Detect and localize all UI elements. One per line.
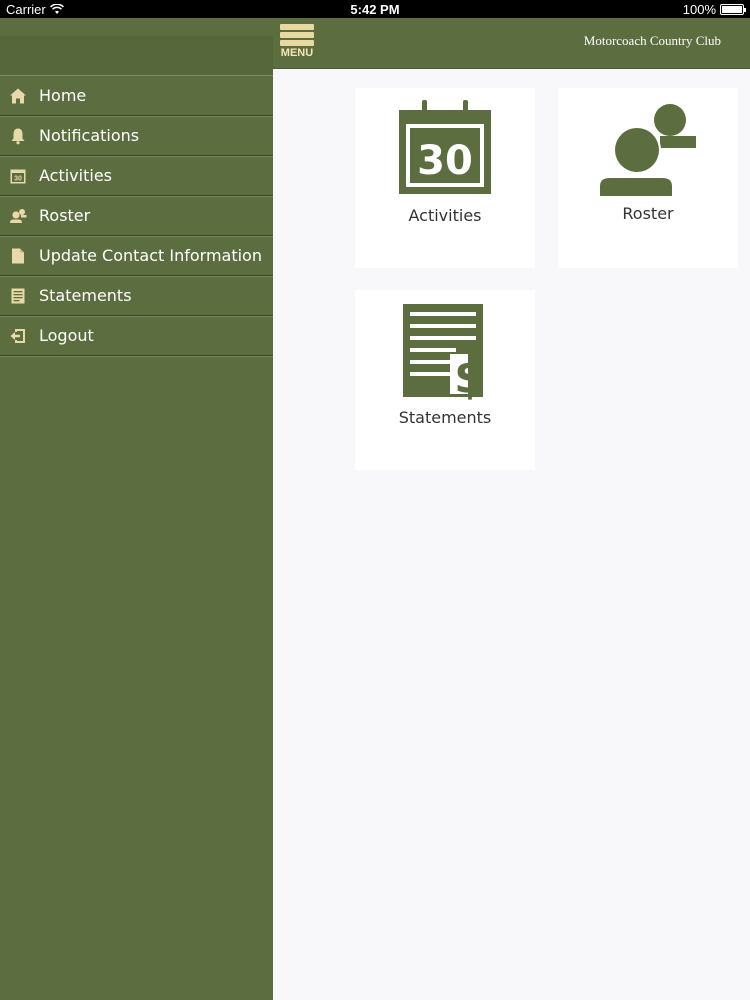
- sidebar-item-label: Notifications: [39, 126, 140, 145]
- svg-text:30: 30: [417, 138, 473, 184]
- sidebar-item-label: Update Contact Information: [39, 246, 262, 265]
- battery-indicator: 100%: [682, 2, 746, 17]
- top-bar: MENU Motorcoach Country Club: [273, 18, 750, 69]
- clock: 5:42 PM: [350, 2, 400, 17]
- menu-label: MENU: [280, 47, 314, 59]
- statement-icon: [8, 286, 28, 306]
- logout-icon: [8, 326, 28, 346]
- people-icon: [8, 206, 28, 226]
- main-content: MENU Motorcoach Country Club 30 Activiti…: [273, 18, 750, 1000]
- sidebar-item-roster[interactable]: Roster: [0, 196, 273, 236]
- tile-label: Roster: [622, 204, 674, 223]
- sidebar: Home Notifications 30 Activities Roster …: [0, 18, 273, 1000]
- tile-roster[interactable]: Roster: [558, 88, 738, 268]
- sidebar-item-label: Statements: [39, 286, 132, 305]
- status-bar: Carrier 5:42 PM 100%: [0, 0, 750, 18]
- tile-label: Activities: [408, 206, 482, 225]
- sidebar-header: [0, 18, 273, 76]
- calendar-icon: 30: [399, 100, 491, 194]
- menu-button[interactable]: MENU: [279, 24, 315, 62]
- sidebar-item-label: Home: [39, 86, 87, 105]
- svg-text:30: 30: [14, 175, 22, 182]
- people-icon: [600, 104, 696, 196]
- sidebar-item-notifications[interactable]: Notifications: [0, 116, 273, 156]
- battery-percent: 100%: [682, 2, 716, 17]
- sidebar-item-update-contact[interactable]: Update Contact Information: [0, 236, 273, 276]
- hamburger-icon: [280, 24, 314, 30]
- tile-statements[interactable]: $ Statements: [355, 290, 535, 470]
- sidebar-item-logout[interactable]: Logout: [0, 316, 273, 356]
- tile-label: Statements: [398, 408, 492, 427]
- sidebar-item-statements[interactable]: Statements: [0, 276, 273, 316]
- sidebar-item-home[interactable]: Home: [0, 76, 273, 116]
- svg-text:$: $: [454, 350, 486, 400]
- calendar-icon: 30: [8, 166, 28, 186]
- statement-icon: $: [403, 304, 486, 400]
- tile-activities[interactable]: 30 Activities: [355, 88, 535, 268]
- sidebar-item-label: Roster: [39, 206, 91, 225]
- bell-icon: [8, 126, 28, 146]
- sidebar-item-label: Logout: [39, 326, 94, 345]
- home-icon: [8, 86, 28, 106]
- sidebar-item-label: Activities: [39, 166, 112, 185]
- document-icon: [8, 246, 28, 266]
- sidebar-item-activities[interactable]: 30 Activities: [0, 156, 273, 196]
- battery-icon: [720, 4, 746, 15]
- club-name: Motorcoach Country Club: [583, 33, 721, 48]
